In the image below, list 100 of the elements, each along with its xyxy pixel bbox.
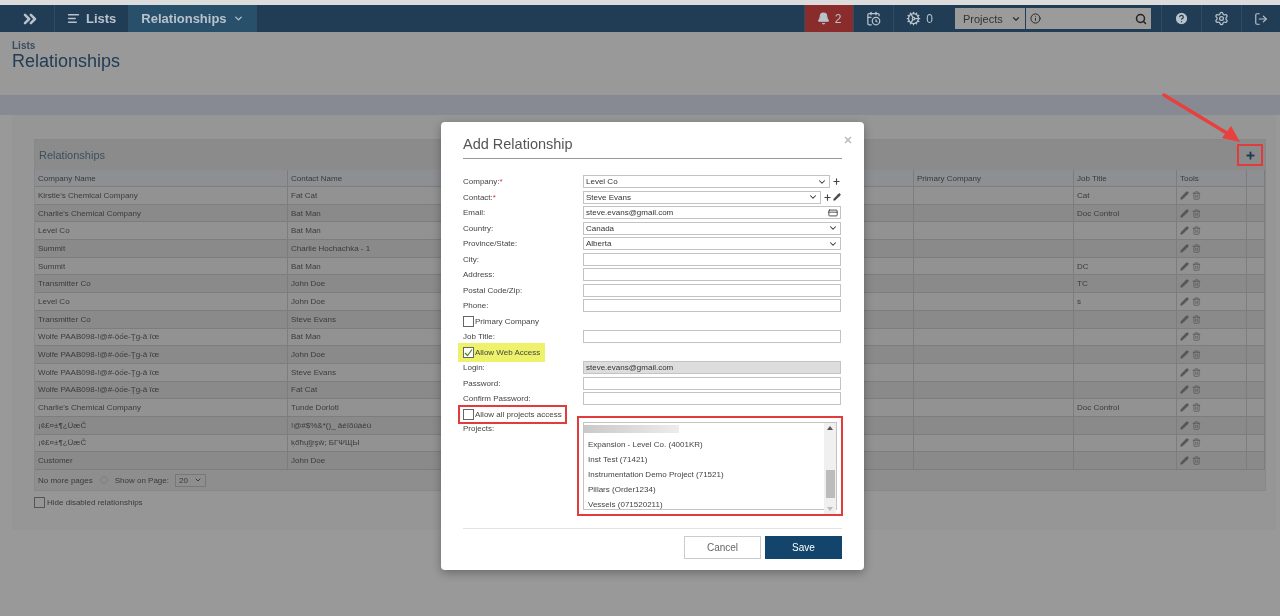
checkbox[interactable] <box>463 346 474 358</box>
required-mark: * <box>499 177 503 187</box>
table-cell: Charlie's Chemical Company <box>35 399 288 417</box>
delete-icon[interactable] <box>1192 296 1201 306</box>
delete-icon[interactable] <box>1192 456 1201 466</box>
search-icon <box>1135 12 1147 25</box>
table-cell: Kirstie's Chemical Company <box>35 187 288 205</box>
gear-icon <box>906 11 922 26</box>
delete-icon[interactable] <box>1192 279 1201 289</box>
delete-icon[interactable] <box>1192 385 1201 395</box>
table-cell: Level Co <box>35 293 288 311</box>
delete-icon[interactable] <box>1192 226 1201 236</box>
contact-card-icon[interactable] <box>828 207 838 218</box>
page-parent: Lists <box>12 40 37 51</box>
delete-icon[interactable] <box>1192 314 1201 324</box>
delete-icon[interactable] <box>1192 190 1201 200</box>
table-cell: Customer <box>35 452 288 470</box>
help-icon <box>1174 11 1189 26</box>
breadcrumb-link[interactable]: Relationships <box>129 5 257 32</box>
cancel-button[interactable]: Cancel <box>684 536 761 559</box>
select-field[interactable]: Alberta <box>583 237 841 251</box>
field-label: Contact: <box>463 192 493 202</box>
add-button[interactable] <box>1237 144 1263 166</box>
table-cell: Transmitter Co <box>35 275 288 294</box>
delete-icon[interactable] <box>1192 350 1201 360</box>
search-field[interactable] <box>1026 8 1151 29</box>
delete-icon[interactable] <box>1192 261 1201 271</box>
page-size-label: Show on Page: <box>114 475 169 485</box>
column-header: Company Name <box>35 170 288 187</box>
field-label: Projects: <box>463 424 496 433</box>
checkbox[interactable] <box>463 315 474 327</box>
bell-icon <box>816 12 830 25</box>
select-field[interactable]: Steve Evans <box>583 190 821 204</box>
input-field[interactable] <box>583 299 841 313</box>
scroll-up-icon[interactable] <box>827 426 833 430</box>
checkbox-label: Primary Company <box>475 316 539 326</box>
checkbox[interactable] <box>34 497 45 508</box>
list-option[interactable]: Instrumentation Demo Project (71521) <box>588 467 820 482</box>
input-field[interactable] <box>583 252 841 266</box>
delete-icon[interactable] <box>1192 332 1201 342</box>
caret-icon <box>193 476 202 484</box>
dialog-title: Add Relationship <box>463 136 842 159</box>
select-field[interactable]: Level Co <box>583 175 830 189</box>
field-label: Email: <box>463 208 486 218</box>
settings-icon <box>1214 11 1229 26</box>
calendar-clock-icon <box>866 11 882 26</box>
delete-icon[interactable] <box>1192 438 1201 448</box>
edit-icon[interactable] <box>833 192 841 201</box>
table-cell: s <box>1074 293 1177 311</box>
delete-icon[interactable] <box>1192 367 1201 377</box>
input-field[interactable] <box>583 376 841 390</box>
select-field[interactable]: Canada <box>583 221 841 235</box>
delete-icon[interactable] <box>1192 243 1201 253</box>
checkbox-label: Hide disabled relationships <box>47 498 143 507</box>
list-option[interactable]: Vessels (071520211) <box>588 497 820 512</box>
table-cell: Summit <box>35 240 288 258</box>
scroll-down-icon[interactable] <box>827 507 833 511</box>
chevron-icon <box>232 13 244 24</box>
close-icon <box>844 136 852 144</box>
checkbox-label: Allow all projects access <box>475 409 562 419</box>
table-cell: Cat <box>1074 187 1177 205</box>
table-cell: Doc Control <box>1074 399 1177 417</box>
add-icon[interactable] <box>832 177 841 187</box>
field-label: Province/State: <box>463 239 518 249</box>
sign-out-icon <box>1254 11 1268 26</box>
field-label: Postal Code/Zip: <box>463 285 523 295</box>
add-icon <box>1244 149 1256 161</box>
list-option[interactable]: Pillars (Order1234) <box>588 482 820 497</box>
tasks-button[interactable]: 0 <box>893 5 945 32</box>
close-button[interactable] <box>844 136 852 144</box>
field-label: Login: <box>463 363 485 373</box>
delete-icon[interactable] <box>1192 208 1201 218</box>
column-header: Job Title <box>1074 170 1177 187</box>
scroll-thumb[interactable] <box>825 469 835 498</box>
field-label: Country: <box>463 223 494 233</box>
delete-icon[interactable] <box>1192 420 1201 430</box>
scrollbar[interactable] <box>824 423 836 514</box>
input-field[interactable] <box>583 330 841 344</box>
input-field[interactable] <box>583 392 841 406</box>
add-icon[interactable] <box>823 192 832 202</box>
pager-status: No more pages <box>38 475 93 485</box>
input-field[interactable]: steve.evans@gmail.com <box>583 206 841 220</box>
checkbox-label: Allow Web Access <box>475 347 541 357</box>
page-title: Relationships <box>12 51 122 72</box>
table-cell: TC <box>1074 275 1177 294</box>
column-header: Primary Company <box>914 170 1074 187</box>
field-label: Phone: <box>463 301 489 311</box>
table-cell: Wolfe PAAB098-!@#-ộốe-Ţg-â ïœ <box>35 346 288 364</box>
input-field[interactable] <box>583 283 841 297</box>
save-button[interactable]: Save <box>765 536 842 559</box>
info-icon <box>1030 13 1041 24</box>
input-field[interactable] <box>583 268 841 282</box>
page-size-select[interactable]: 20 <box>174 473 206 487</box>
scope-select[interactable]: Projects <box>955 8 1025 29</box>
column-header: Tools <box>1177 170 1247 187</box>
notifications-button[interactable]: 2 <box>803 5 854 32</box>
delete-icon[interactable] <box>1192 403 1201 413</box>
checkbox[interactable] <box>463 408 474 420</box>
check-icon <box>464 347 473 357</box>
input-field[interactable]: steve.evans@gmail.com <box>583 361 841 375</box>
